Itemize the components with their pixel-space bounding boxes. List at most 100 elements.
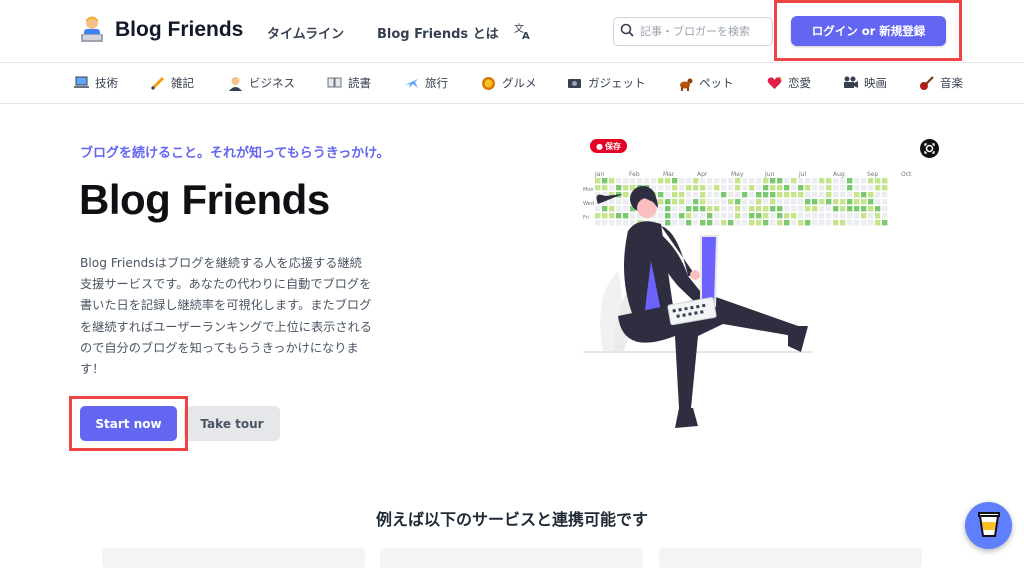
- dog-icon: [678, 76, 693, 91]
- category-reading[interactable]: 読書: [327, 75, 371, 91]
- contribution-cell: [728, 178, 734, 184]
- contribution-cell: [630, 178, 636, 184]
- contribution-month-label: Jun: [764, 171, 775, 178]
- translate-icon[interactable]: 文 A: [513, 21, 533, 42]
- contribution-cell: [854, 206, 860, 212]
- contribution-cell: [833, 178, 839, 184]
- contribution-cell: [854, 220, 860, 226]
- contribution-cell: [784, 178, 790, 184]
- contribution-cell: [595, 213, 601, 219]
- contribution-cell: [714, 192, 720, 198]
- contribution-cell: [854, 192, 860, 198]
- contribution-cell: [798, 206, 804, 212]
- category-pet[interactable]: ペット: [678, 75, 734, 91]
- contribution-cell: [616, 185, 622, 191]
- contribution-cell: [700, 178, 706, 184]
- contribution-cell: [721, 185, 727, 191]
- contribution-cell: [777, 192, 783, 198]
- contribution-cell: [686, 220, 692, 226]
- contribution-cell: [700, 192, 706, 198]
- contribution-cell: [875, 178, 881, 184]
- contribution-cell: [791, 199, 797, 205]
- contribution-cell: [686, 178, 692, 184]
- category-tech[interactable]: 技術: [74, 75, 118, 91]
- contribution-cell: [707, 213, 713, 219]
- contribution-cell: [756, 178, 762, 184]
- contribution-cell: [742, 185, 748, 191]
- contribution-cell: [735, 178, 741, 184]
- take-tour-button[interactable]: Take tour: [184, 406, 280, 441]
- contribution-cell: [616, 199, 622, 205]
- contribution-cell: [777, 199, 783, 205]
- contribution-cell: [763, 192, 769, 198]
- contribution-cell: [686, 199, 692, 205]
- contribution-cell: [700, 206, 706, 212]
- category-business[interactable]: ビジネス: [228, 75, 295, 91]
- contribution-days: Mon Wed Fri: [583, 187, 594, 221]
- contribution-cell: [868, 185, 874, 191]
- contribution-cell: [609, 213, 615, 219]
- contribution-cell: [756, 185, 762, 191]
- category-music[interactable]: 音楽: [919, 75, 963, 91]
- category-travel[interactable]: 旅行: [404, 75, 448, 91]
- contribution-cell: [777, 213, 783, 219]
- contribution-cell: [840, 199, 846, 205]
- contribution-cell: [609, 206, 615, 212]
- contribution-cell: [721, 199, 727, 205]
- contribution-cell: [847, 213, 853, 219]
- contribution-cell: [826, 206, 832, 212]
- contribution-cell: [609, 199, 615, 205]
- brand-logo[interactable]: Blog Friends: [79, 16, 243, 44]
- contribution-cell: [686, 213, 692, 219]
- contribution-cell: [805, 199, 811, 205]
- contribution-cell: [728, 199, 734, 205]
- contribution-cell: [833, 185, 839, 191]
- contribution-cell: [875, 185, 881, 191]
- search-input[interactable]: [640, 25, 765, 38]
- contribution-cell: [742, 178, 748, 184]
- contribution-cell: [686, 185, 692, 191]
- visual-search-icon[interactable]: [920, 139, 939, 158]
- contribution-cell: [714, 213, 720, 219]
- contribution-cell: [679, 213, 685, 219]
- category-misc[interactable]: 雑記: [150, 75, 194, 91]
- contribution-cell: [665, 206, 671, 212]
- contribution-cell: [658, 192, 664, 198]
- highlight-box: [69, 396, 188, 451]
- buy-me-a-coffee-button[interactable]: [965, 502, 1012, 549]
- nav-about[interactable]: Blog Friends とは: [377, 23, 499, 42]
- contribution-cell: [875, 206, 881, 212]
- contribution-cell: [749, 213, 755, 219]
- contribution-month-label: Apr: [697, 171, 708, 178]
- movie-camera-icon: [843, 76, 858, 91]
- service-card[interactable]: [380, 548, 643, 568]
- contribution-cell: [721, 192, 727, 198]
- category-movie[interactable]: 映画: [843, 75, 887, 91]
- search-box[interactable]: [613, 17, 773, 46]
- nav-timeline[interactable]: タイムライン: [267, 23, 344, 42]
- contribution-cell: [847, 206, 853, 212]
- contribution-cell: [693, 213, 699, 219]
- contribution-cell: [609, 185, 615, 191]
- contribution-cell: [602, 206, 608, 212]
- contribution-cell: [749, 192, 755, 198]
- contribution-cell: [763, 213, 769, 219]
- service-card[interactable]: [102, 548, 365, 568]
- contribution-cell: [805, 213, 811, 219]
- category-gourmet[interactable]: グルメ: [481, 75, 537, 91]
- contribution-cell: [868, 220, 874, 226]
- category-love[interactable]: 恋愛: [767, 75, 811, 91]
- contribution-cell: [882, 185, 888, 191]
- pinterest-save-button[interactable]: ● 保存: [590, 139, 627, 153]
- contribution-cell: [616, 178, 622, 184]
- contribution-cell: [812, 206, 818, 212]
- contribution-cell: [616, 213, 622, 219]
- contribution-cell: [819, 192, 825, 198]
- service-card[interactable]: [659, 548, 922, 568]
- contribution-cell: [756, 206, 762, 212]
- contribution-cell: [749, 178, 755, 184]
- contribution-months: Jan Feb Mar Apr May Jun Jul Aug Sep Oct: [594, 171, 912, 178]
- category-gadget[interactable]: ガジェット: [567, 75, 646, 91]
- contribution-cell: [770, 220, 776, 226]
- contribution-cell: [798, 178, 804, 184]
